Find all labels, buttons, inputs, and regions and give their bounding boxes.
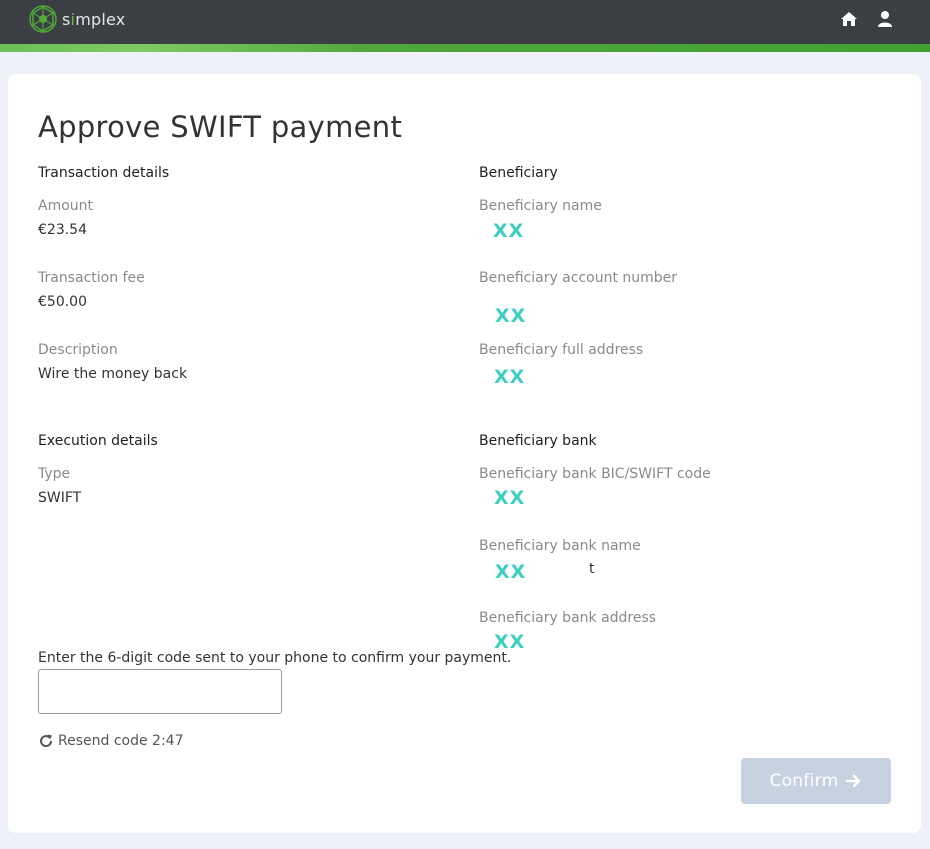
home-icon[interactable]: [840, 10, 858, 28]
description-label: Description: [38, 342, 118, 358]
beneficiary-address-value: XX: [494, 366, 525, 388]
beneficiary-account-label: Beneficiary account number: [479, 270, 677, 286]
bank-address-label: Beneficiary bank address: [479, 610, 656, 626]
bank-name-label: Beneficiary bank name: [479, 538, 641, 554]
resend-code-label: Resend code 2:47: [58, 733, 183, 749]
brand-name: simplex: [62, 10, 125, 29]
beneficiary-heading: Beneficiary: [479, 165, 558, 181]
amount-value: €23.54: [38, 222, 87, 238]
execution-details-heading: Execution details: [38, 433, 158, 449]
beneficiary-bank-heading: Beneficiary bank: [479, 433, 597, 449]
refresh-icon: [38, 733, 54, 749]
transaction-details-heading: Transaction details: [38, 165, 169, 181]
transaction-fee-label: Transaction fee: [38, 270, 145, 286]
bank-bic-label: Beneficiary bank BIC/SWIFT code: [479, 466, 711, 482]
arrow-right-icon: [845, 773, 863, 789]
amount-label: Amount: [38, 198, 93, 214]
page-title: Approve SWIFT payment: [38, 110, 402, 144]
resend-code-link[interactable]: Resend code 2:47: [38, 733, 183, 749]
beneficiary-account-value: XX: [495, 305, 526, 327]
bank-bic-value: XX: [494, 487, 525, 509]
beneficiary-name-value: XX: [493, 220, 524, 242]
code-prompt: Enter the 6-digit code sent to your phon…: [38, 650, 511, 666]
confirm-button-label: Confirm: [769, 771, 838, 791]
beneficiary-address-label: Beneficiary full address: [479, 342, 643, 358]
bank-name-value: XX: [495, 561, 526, 583]
transaction-fee-value: €50.00: [38, 294, 87, 310]
simplex-logo[interactable]: simplex: [28, 4, 125, 34]
type-value: SWIFT: [38, 490, 81, 506]
simplex-logo-icon: [28, 4, 58, 34]
type-label: Type: [38, 466, 70, 482]
confirm-button[interactable]: Confirm: [741, 758, 891, 804]
payment-approval-card: Approve SWIFT payment Transaction detail…: [8, 74, 921, 833]
beneficiary-name-label: Beneficiary name: [479, 198, 602, 214]
accent-stripe: [0, 44, 930, 52]
verification-code-input[interactable]: [38, 669, 282, 714]
top-navigation-bar: simplex: [0, 0, 930, 44]
user-icon[interactable]: [876, 10, 894, 28]
bank-name-tail: t: [589, 561, 595, 577]
description-value: Wire the money back: [38, 366, 187, 382]
